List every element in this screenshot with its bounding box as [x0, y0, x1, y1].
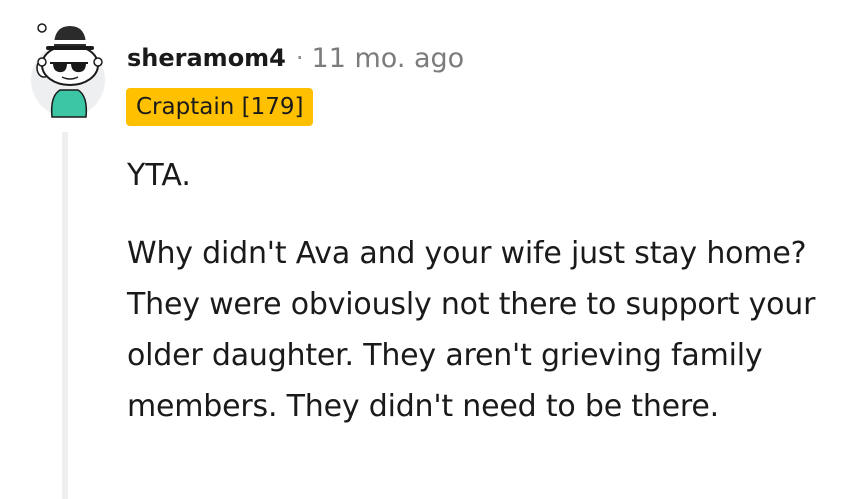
user-flair-badge: Craptain [179]: [126, 88, 314, 126]
thread-line[interactable]: [62, 132, 68, 499]
username[interactable]: sheramom4: [127, 44, 286, 72]
comment-body: YTA. Why didn't Ava and your wife just s…: [127, 150, 847, 459]
separator-dot: ·: [295, 44, 304, 72]
comment-paragraph: YTA.: [127, 158, 191, 193]
timestamp[interactable]: 11 mo. ago: [312, 43, 465, 74]
snoo-avatar-icon: [31, 23, 105, 118]
comment-header: sheramom4 · 11 mo. ago: [127, 38, 464, 78]
comment-paragraph: Why didn't Ava and your wife just stay h…: [127, 236, 816, 424]
avatar[interactable]: [30, 18, 106, 118]
